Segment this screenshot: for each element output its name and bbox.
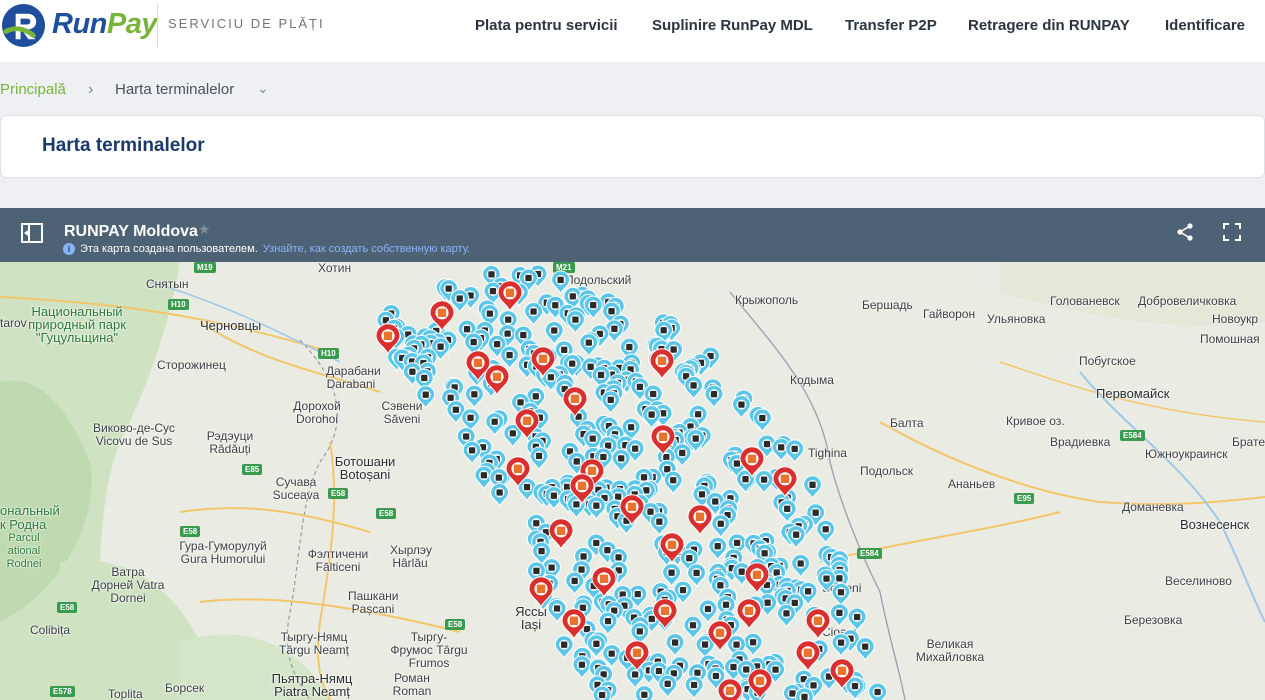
logo-divider (157, 4, 158, 47)
terminal-marker[interactable] (524, 301, 544, 327)
terminal-marker[interactable] (598, 611, 618, 636)
terminal-marker[interactable] (687, 563, 707, 588)
terminal-marker[interactable] (698, 599, 718, 624)
terminal-marker[interactable] (548, 518, 574, 551)
terminal-marker[interactable] (868, 682, 888, 700)
terminal-marker[interactable] (684, 375, 704, 401)
terminal-marker[interactable] (717, 678, 743, 700)
terminal-marker[interactable] (829, 603, 849, 628)
page-title: Harta terminalelor (42, 135, 205, 156)
terminal-marker[interactable] (687, 504, 713, 537)
terminal-marker[interactable] (805, 608, 831, 641)
terminal-marker[interactable] (592, 685, 612, 700)
terminal-marker[interactable] (416, 385, 436, 410)
map-info-text: Эта карта создана пользователем. (80, 243, 258, 255)
terminal-marker[interactable] (683, 615, 703, 641)
terminal-marker[interactable] (736, 598, 762, 631)
map-canvas[interactable]: Хотин Снятын Черновцы Национальный приро… (0, 262, 1265, 700)
terminal-marker[interactable] (855, 637, 875, 662)
terminal-marker[interactable] (711, 514, 731, 539)
terminal-marker[interactable] (529, 446, 549, 471)
page-title-card: Harta terminalelor (0, 115, 1265, 178)
terminal-marker[interactable] (634, 685, 654, 700)
nav-transfer-p2p[interactable]: Transfer P2P (845, 17, 937, 34)
terminal-marker[interactable] (776, 603, 796, 629)
map-info-link[interactable]: Узнайте, как создать собственную карту. (263, 243, 470, 255)
terminal-marker[interactable] (791, 554, 811, 579)
nav-retragere-runpay[interactable]: Retragere din RUNPAY (968, 17, 1130, 34)
info-icon: i (63, 243, 75, 255)
map-legend-toggle-icon[interactable] (20, 222, 44, 244)
share-icon[interactable] (1175, 222, 1195, 242)
map-info-line: i Эта карта создана пользователем. Узнай… (63, 243, 470, 255)
star-icon[interactable]: ★ (198, 221, 211, 238)
terminal-marker[interactable] (490, 483, 510, 508)
terminal-marker[interactable] (795, 640, 821, 673)
terminal-marker[interactable] (816, 519, 836, 545)
breadcrumb-home-link[interactable]: Principală (0, 81, 66, 98)
terminal-marker[interactable] (601, 390, 621, 415)
terminal-marker[interactable] (625, 664, 645, 690)
brand-tagline: SERVICIU DE PLĂȚI (168, 16, 325, 31)
terminal-marker[interactable] (497, 280, 523, 313)
terminal-marker[interactable] (847, 607, 867, 632)
chevron-right-icon: › (88, 81, 94, 98)
terminal-marker[interactable] (704, 384, 724, 410)
terminal-marker[interactable] (485, 412, 505, 437)
terminal-marker[interactable] (831, 633, 851, 658)
terminal-marker[interactable] (663, 470, 683, 496)
terminal-marker[interactable] (752, 408, 772, 433)
terminal-marker[interactable] (500, 345, 520, 370)
terminal-marker[interactable] (649, 512, 669, 537)
nav-suplinire-runpay[interactable]: Suplinire RunPay MDL (652, 17, 813, 34)
map-title: RUNPAY Moldova (64, 223, 198, 240)
terminal-marker[interactable] (565, 571, 585, 596)
terminal-marker[interactable] (579, 333, 599, 358)
terminal-marker[interactable] (731, 395, 751, 420)
terminal-marker[interactable] (462, 440, 482, 466)
terminal-marker[interactable] (544, 320, 564, 346)
terminal-marker[interactable] (743, 632, 763, 658)
map-embed: RUNPAY Moldova ★ i Эта карта создана пол… (0, 208, 1265, 700)
runpay-logo-mark-icon (1, 3, 46, 48)
nav-plata-servicii[interactable]: Plata pentru servicii (475, 17, 618, 34)
terminal-marker[interactable] (665, 633, 685, 658)
fullscreen-icon[interactable] (1222, 222, 1242, 242)
logo-wordmark: RunPay (52, 8, 157, 40)
chevron-down-icon[interactable]: ⌄ (257, 80, 269, 97)
terminal-marker[interactable] (672, 443, 692, 468)
terminal-markers (375, 264, 888, 700)
terminal-marker[interactable] (658, 674, 678, 699)
terminal-marker[interactable] (831, 582, 851, 608)
terminal-marker[interactable] (684, 675, 704, 700)
nav-identificare[interactable]: Identificare (1165, 17, 1245, 34)
terminal-marker[interactable] (611, 448, 631, 474)
terminal-marker[interactable] (565, 310, 585, 335)
map-toolbar: RUNPAY Moldova ★ i Эта карта создана пол… (0, 208, 1265, 262)
terminal-marker[interactable] (572, 655, 592, 680)
terminal-marker[interactable] (554, 635, 574, 660)
terminal-marker[interactable] (642, 405, 662, 430)
terminal-marker[interactable] (754, 470, 774, 495)
breadcrumb-current: Harta terminalelor (115, 81, 235, 98)
terminal-marker[interactable] (785, 439, 805, 464)
site-header: RunPay SERVICIU DE PLĂȚI Plata pentru se… (0, 0, 1265, 62)
terminal-marker[interactable] (708, 536, 728, 562)
terminal-marker[interactable] (803, 475, 823, 500)
terminal-marker[interactable] (649, 348, 675, 381)
terminal-marker[interactable] (464, 384, 484, 410)
